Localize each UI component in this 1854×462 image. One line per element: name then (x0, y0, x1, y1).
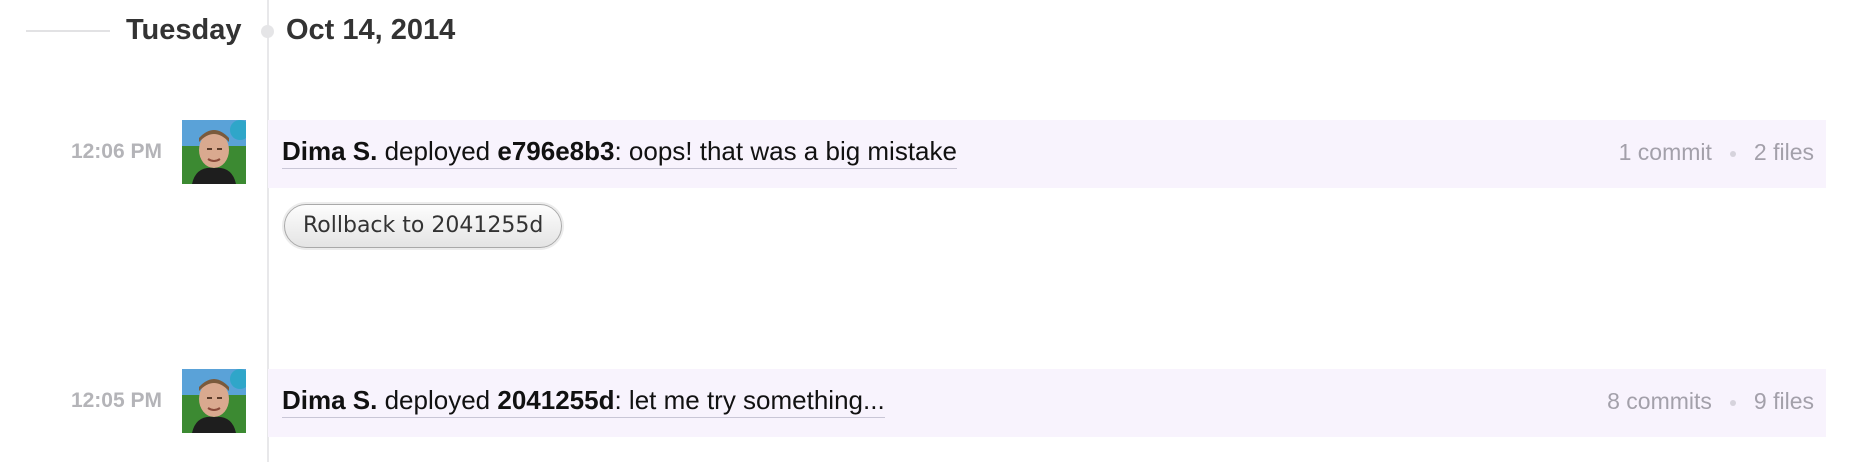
deploy-user: Dima S. (282, 136, 378, 166)
deploy-revision: 2041255d (497, 385, 615, 415)
date-label: Oct 14, 2014 (286, 14, 456, 46)
deploy-time: 12:06 PM (70, 140, 162, 163)
deploy-message: : let me try something... (614, 385, 885, 415)
rollback-button[interactable]: Rollback to 2041255d (284, 204, 563, 248)
file-count[interactable]: 9 files (1754, 388, 1814, 414)
deploy-stats: 8 commits 9 files (1607, 387, 1814, 415)
deploy-user: Dima S. (282, 385, 378, 415)
commit-count[interactable]: 1 commit (1619, 139, 1712, 165)
avatar[interactable] (182, 120, 246, 184)
deploy-action: deployed (377, 136, 498, 166)
file-count[interactable]: 2 files (1754, 139, 1814, 165)
deploy-summary-link[interactable]: Dima S. deployed e796e8b3: oops! that wa… (282, 136, 957, 169)
deploy-summary-link[interactable]: Dima S. deployed 2041255d: let me try so… (282, 385, 885, 418)
deploy-revision: e796e8b3 (497, 136, 615, 166)
deploy-row: 12:06 PM Dima S. deployed e796e8b3: oops… (0, 120, 1854, 190)
date-divider (26, 30, 110, 32)
deploy-stats: 1 commit 2 files (1619, 138, 1814, 166)
separator-dot (1729, 150, 1736, 157)
avatar[interactable] (182, 369, 246, 433)
day-label: Tuesday (126, 14, 242, 46)
date-header: Tuesday Oct 14, 2014 (0, 0, 1854, 62)
deploy-action: deployed (377, 385, 498, 415)
timeline-dot (261, 25, 274, 38)
separator-dot (1729, 399, 1736, 406)
deploy-time: 12:05 PM (70, 389, 162, 412)
deploy-row: 12:05 PM Dima S. deployed 2041255d: let … (0, 369, 1854, 439)
deploy-message: : oops! that was a big mistake (614, 136, 957, 166)
commit-count[interactable]: 8 commits (1607, 388, 1712, 414)
